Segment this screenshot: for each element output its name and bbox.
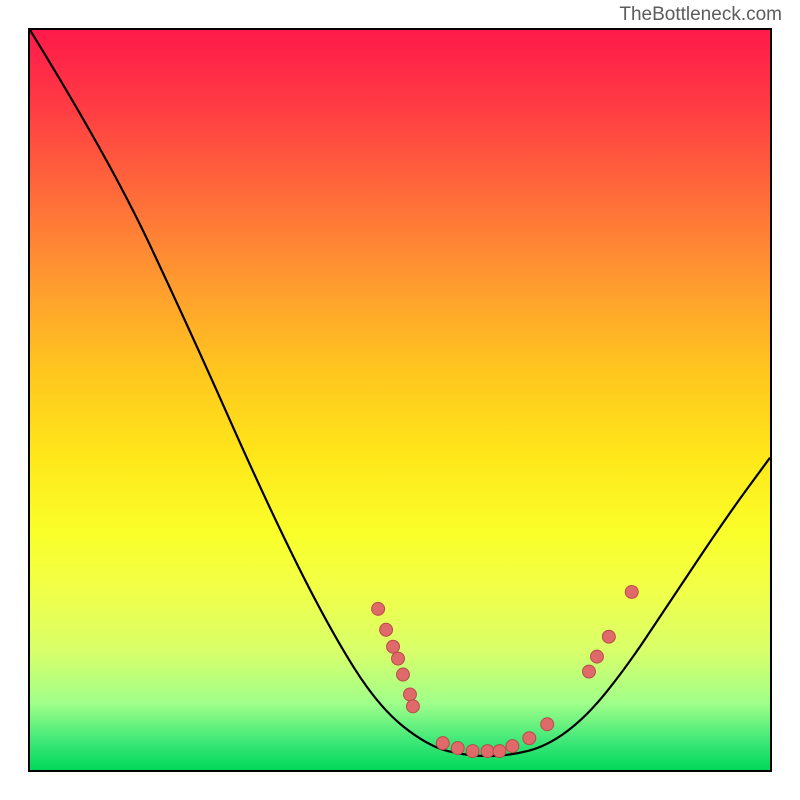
data-point <box>451 742 464 755</box>
watermark-text: TheBottleneck.com <box>619 4 782 26</box>
data-point <box>380 623 393 636</box>
data-point <box>387 640 400 653</box>
data-point <box>481 745 494 758</box>
data-point <box>506 740 519 753</box>
data-point <box>541 718 554 731</box>
data-point <box>523 732 536 745</box>
chart-svg <box>30 30 770 770</box>
data-point <box>625 585 638 598</box>
data-point <box>583 665 596 678</box>
data-point <box>590 650 603 663</box>
bottleneck-curve-line <box>30 30 770 756</box>
data-point <box>466 745 479 758</box>
data-point <box>436 737 449 750</box>
data-point <box>392 652 405 665</box>
data-point <box>397 668 410 681</box>
data-point <box>406 700 419 713</box>
data-point <box>403 688 416 701</box>
plot-area <box>28 28 772 772</box>
data-point <box>602 630 615 643</box>
data-point <box>493 745 506 758</box>
data-point <box>372 602 385 615</box>
